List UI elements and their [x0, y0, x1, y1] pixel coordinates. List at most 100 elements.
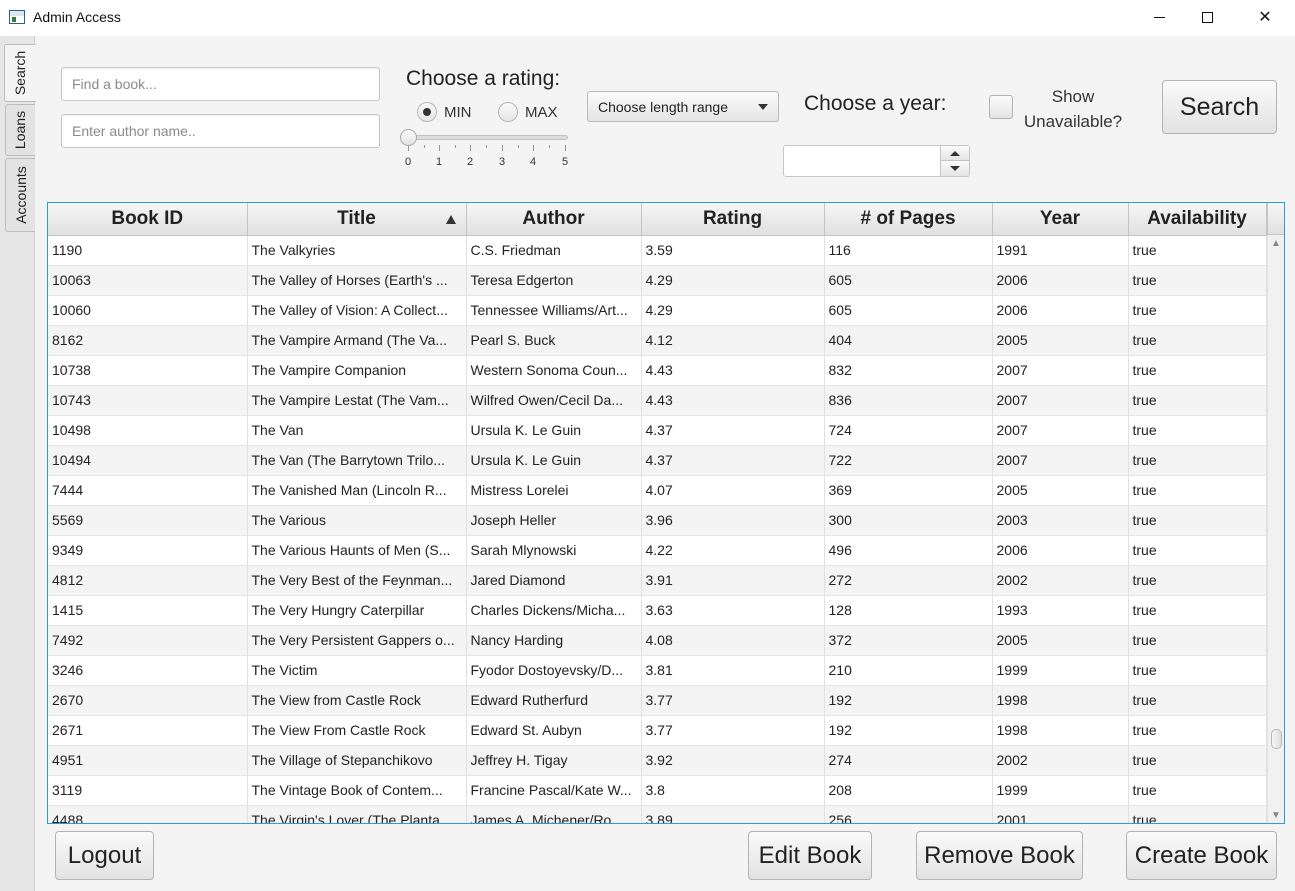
vertical-scrollbar[interactable]: ▲ ▼: [1267, 235, 1284, 823]
table-row[interactable]: 3119 The Vintage Book of Contem... Francin…: [48, 775, 1267, 806]
cell-pages: 300: [824, 505, 993, 536]
cell-availability: true: [1128, 805, 1267, 823]
scrollbar-thumb[interactable]: [1271, 729, 1282, 749]
column-header-title[interactable]: Title: [247, 203, 467, 236]
tab-search[interactable]: Search: [4, 44, 36, 102]
table-row[interactable]: 5569 The Various Joseph Heller 3.96 300 2003 t…: [48, 505, 1267, 536]
books-table-grid: Book ID Title Author Rating # of Pages Y…: [48, 203, 1267, 823]
cell-availability: true: [1128, 415, 1267, 446]
cell-rating: 3.81: [641, 655, 825, 686]
tab-loans-label: Loans: [12, 110, 29, 150]
slider-tick-label: 5: [561, 156, 569, 168]
cell-availability: true: [1128, 355, 1267, 386]
tab-accounts[interactable]: Accounts: [5, 158, 35, 232]
cell-pages: 256: [824, 805, 993, 823]
table-row[interactable]: 10060 The Valley of Vision: A Collect... T…: [48, 295, 1267, 326]
table-row[interactable]: 7492 The Very Persistent Gappers o... Nanc…: [48, 625, 1267, 656]
table-row[interactable]: 4812 The Very Best of the Feynman... Jared…: [48, 565, 1267, 596]
cell-availability: true: [1128, 295, 1267, 326]
search-button[interactable]: Search: [1162, 80, 1277, 134]
table-row[interactable]: 10494 The Van (The Barrytown Trilo... Ursu…: [48, 445, 1267, 476]
length-range-combo[interactable]: Choose length range: [587, 91, 779, 122]
cell-book-id: 10063: [48, 265, 248, 296]
table-row[interactable]: 4488 The Virgin's Lover (The Planta... Jam…: [48, 805, 1267, 823]
table-row[interactable]: 2670 The View from Castle Rock Edward Ruth…: [48, 685, 1267, 716]
cell-author: Teresa Edgerton: [466, 265, 642, 296]
cell-book-id: 5569: [48, 505, 248, 536]
cell-pages: 404: [824, 325, 993, 356]
maximize-button[interactable]: [1184, 0, 1230, 34]
create-book-button[interactable]: Create Book: [1126, 831, 1277, 880]
table-row[interactable]: 10498 The Van Ursula K. Le Guin 4.37 724 2007…: [48, 415, 1267, 446]
column-header-title-label: Title: [337, 207, 376, 229]
scroll-down-icon[interactable]: ▼: [1268, 807, 1284, 823]
year-decrement-button[interactable]: [941, 161, 969, 176]
author-name-input[interactable]: [61, 114, 380, 148]
cell-pages: 369: [824, 475, 993, 506]
cell-rating: 3.96: [641, 505, 825, 536]
column-header-availability[interactable]: Availability: [1128, 203, 1267, 236]
year-spinner[interactable]: [783, 145, 970, 177]
cell-pages: 605: [824, 295, 993, 326]
cell-title: The Vampire Armand (The Va...: [247, 325, 467, 356]
table-row[interactable]: 7444 The Vanished Man (Lincoln R... Mistre…: [48, 475, 1267, 506]
edit-book-button[interactable]: Edit Book: [748, 831, 872, 880]
cell-title: The Valley of Horses (Earth's ...: [247, 265, 467, 296]
cell-year: 2005: [992, 625, 1129, 656]
cell-title: The Van: [247, 415, 467, 446]
cell-title: The Very Best of the Feynman...: [247, 565, 467, 596]
slider-track: [406, 135, 568, 140]
rating-max-radio[interactable]: MAX: [498, 102, 558, 122]
table-row[interactable]: 9349 The Various Haunts of Men (S... Sarah…: [48, 535, 1267, 566]
scroll-up-icon[interactable]: ▲: [1268, 235, 1284, 251]
cell-availability: true: [1128, 715, 1267, 746]
column-header-year[interactable]: Year: [992, 203, 1129, 236]
cell-author: Wilfred Owen/Cecil Da...: [466, 385, 642, 416]
table-row[interactable]: 3246 The Victim Fyodor Dostoyevsky/D... 3.8…: [48, 655, 1267, 686]
table-row[interactable]: 10738 The Vampire Companion Western Sonoma…: [48, 355, 1267, 386]
cell-book-id: 2670: [48, 685, 248, 716]
table-row[interactable]: 1415 The Very Hungry Caterpillar Charles D…: [48, 595, 1267, 626]
slider-tick: [470, 145, 471, 151]
logout-button[interactable]: Logout: [55, 831, 154, 880]
rating-min-radio[interactable]: MIN: [417, 102, 472, 122]
tab-loans[interactable]: Loans: [5, 104, 35, 156]
column-header-pages[interactable]: # of Pages: [824, 203, 993, 236]
table-row[interactable]: 8162 The Vampire Armand (The Va... Pearl S…: [48, 325, 1267, 356]
column-header-author[interactable]: Author: [466, 203, 642, 236]
minimize-button[interactable]: [1136, 0, 1182, 34]
cell-pages: 192: [824, 715, 993, 746]
table-row[interactable]: 1190 The Valkyries C.S. Friedman 3.59 116 199…: [48, 235, 1267, 266]
column-header-rating[interactable]: Rating: [641, 203, 825, 236]
close-button[interactable]: ✕: [1242, 0, 1288, 34]
table-row[interactable]: 4951 The Village of Stepanchikovo Jeffrey …: [48, 745, 1267, 776]
cell-availability: true: [1128, 535, 1267, 566]
cell-book-id: 10738: [48, 355, 248, 386]
book-search-input[interactable]: [61, 67, 380, 101]
slider-thumb[interactable]: [400, 129, 417, 146]
slider-tick: [565, 145, 566, 151]
cell-rating: 4.37: [641, 445, 825, 476]
cell-year: 1999: [992, 655, 1129, 686]
cell-pages: 210: [824, 655, 993, 686]
show-unavailable-label: Show Unavailable?: [1023, 87, 1123, 131]
cell-pages: 605: [824, 265, 993, 296]
cell-title: The Valley of Vision: A Collect...: [247, 295, 467, 326]
column-header-book-id[interactable]: Book ID: [48, 203, 248, 236]
cell-title: The Valkyries: [247, 235, 467, 266]
show-unavailable-checkbox[interactable]: [989, 95, 1013, 119]
books-table[interactable]: Book ID Title Author Rating # of Pages Y…: [47, 202, 1285, 824]
table-row[interactable]: 2671 The View From Castle Rock Edward St. …: [48, 715, 1267, 746]
table-row[interactable]: 10063 The Valley of Horses (Earth's ... Te…: [48, 265, 1267, 296]
year-increment-button[interactable]: [941, 146, 969, 161]
slider-tick: [549, 145, 550, 148]
table-row[interactable]: 10743 The Vampire Lestat (The Vam... Wilfr…: [48, 385, 1267, 416]
slider-tick: [439, 145, 440, 151]
cell-book-id: 10060: [48, 295, 248, 326]
remove-book-button[interactable]: Remove Book: [916, 831, 1083, 880]
cell-rating: 3.59: [641, 235, 825, 266]
cell-availability: true: [1128, 625, 1267, 656]
rating-slider[interactable]: 0 1 2 3 4 5: [400, 128, 572, 172]
chevron-down-icon: [758, 104, 768, 110]
cell-availability: true: [1128, 505, 1267, 536]
